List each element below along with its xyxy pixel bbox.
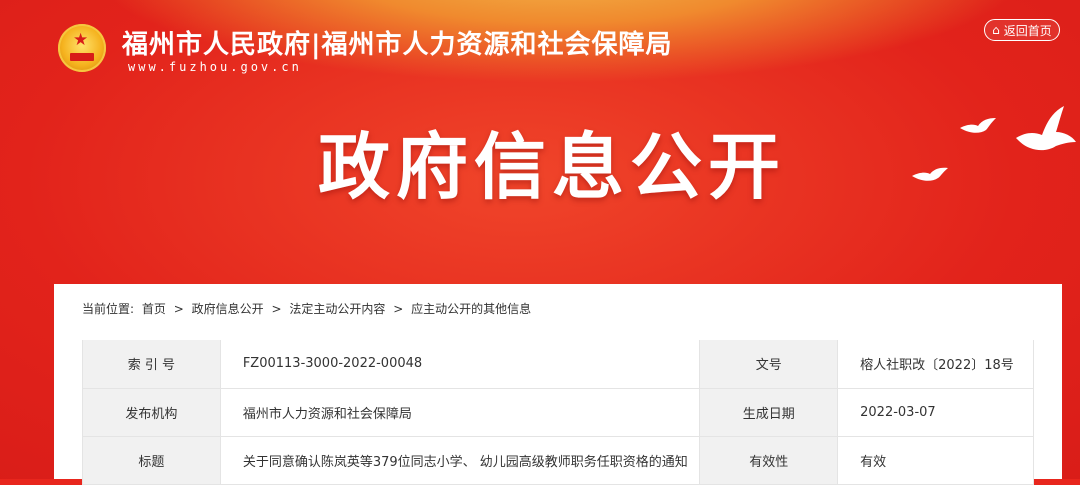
breadcrumb-item-home[interactable]: 首页 [142,302,166,316]
page-heading: 政府信息公开 [318,125,787,209]
title-value: 关于同意确认陈岚英等379位同志小学、 幼儿园高级教师职务任职资格的通知 [219,435,701,485]
site-title[interactable]: 福州市人民政府|福州市人力资源和社会保障局 [122,24,673,61]
index-value: FZ00113-3000-2022-00048 [219,340,701,389]
validity-value: 有效 [837,435,1034,485]
dove-icon [1016,106,1076,151]
date-label: 生成日期 [699,387,839,437]
docno-label: 文号 [699,340,839,389]
publisher-label: 发布机构 [82,387,221,437]
breadcrumb-item-gov-info[interactable]: 政府信息公开 [192,302,264,316]
dove-icon [912,167,948,181]
table-row: 发布机构 福州市人力资源和社会保障局 生成日期 2022-03-07 [82,387,1034,437]
home-button[interactable]: ⌂ 返回首页 [984,19,1060,41]
validity-label: 有效性 [699,435,839,485]
publisher-value: 福州市人力资源和社会保障局 [219,387,701,437]
breadcrumb-item-other-info[interactable]: 应主动公开的其他信息 [411,302,531,316]
table-row: 索 引 号 FZ00113-3000-2022-00048 文号 榕人社职改〔2… [82,340,1034,389]
breadcrumb-item-legal-content[interactable]: 法定主动公开内容 [289,302,385,316]
breadcrumb: 当前位置: 首页 > 政府信息公开 > 法定主动公开内容 > 应主动公开的其他信… [82,300,535,317]
date-value: 2022-03-07 [837,387,1034,437]
breadcrumb-separator: > [271,302,282,316]
content-panel: 当前位置: 首页 > 政府信息公开 > 法定主动公开内容 > 应主动公开的其他信… [54,284,1062,485]
breadcrumb-separator: > [173,302,184,316]
breadcrumb-label: 当前位置: [82,302,135,316]
index-label: 索 引 号 [82,340,221,389]
title-label: 标题 [82,435,221,485]
dove-icon [960,118,996,133]
docno-value: 榕人社职改〔2022〕18号 [837,340,1034,389]
home-button-label: 返回首页 [1003,23,1052,38]
info-table: 索 引 号 FZ00113-3000-2022-00048 文号 榕人社职改〔2… [82,340,1034,485]
home-icon: ⌂ [992,23,1000,37]
table-row: 标题 关于同意确认陈岚英等379位同志小学、 幼儿园高级教师职务任职资格的通知 … [82,435,1034,485]
breadcrumb-separator: > [393,302,404,316]
site-url: www.fuzhou.gov.cn [128,60,302,74]
national-emblem-icon: ★ [58,24,106,72]
